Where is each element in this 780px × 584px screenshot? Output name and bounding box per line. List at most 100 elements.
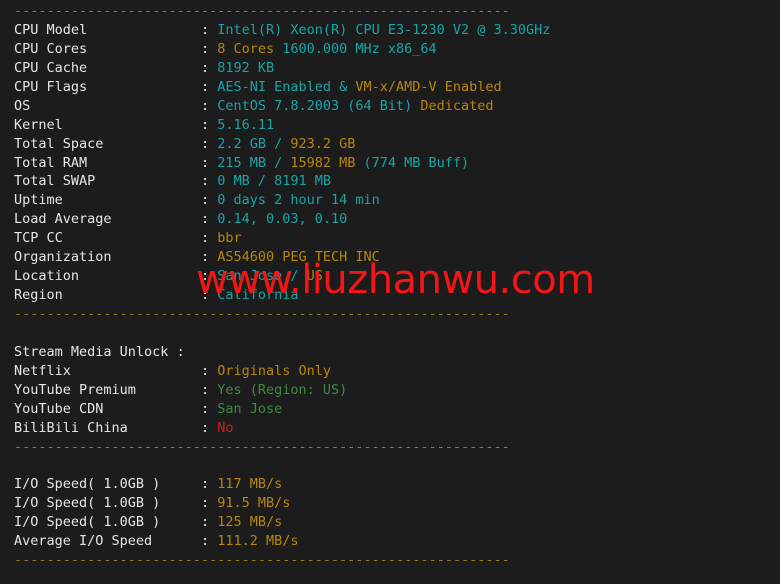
row-separator-colon: : <box>200 173 218 190</box>
terminal-window: ----------------------------------------… <box>0 0 780 584</box>
row-label: Average I/O Speed <box>14 533 201 550</box>
row-separator-colon: : <box>200 381 218 398</box>
info-row: Average I/O Speed : 111.2 MB/s <box>0 532 780 551</box>
row-value: 1600.000 MHz x86_64 <box>274 40 437 57</box>
row-separator-colon: : <box>200 135 218 152</box>
row-value: AS54600 PEG TECH INC <box>217 249 380 266</box>
row-separator-colon: : <box>200 154 218 171</box>
row-separator-colon: : <box>200 419 218 436</box>
row-separator-colon: : <box>200 78 218 95</box>
row-value: & <box>331 78 356 95</box>
row-value: San Jose <box>217 400 283 417</box>
row-value: 91.5 MB/s <box>217 495 291 512</box>
row-value: 2.2 GB / <box>217 135 291 152</box>
info-row: Location : San Jose / US <box>0 267 780 286</box>
info-row: Total Space : 2.2 GB / 923.2 GB <box>0 135 780 154</box>
row-label: Kernel <box>14 116 201 133</box>
row-separator-colon: : <box>200 400 218 417</box>
row-value: Intel(R) Xeon(R) CPU E3-1230 V2 @ 3.30GH… <box>217 21 551 38</box>
row-label: CPU Cache <box>14 59 201 76</box>
info-row: CPU Cores : 8 Cores 1600.000 MHz x86_64 <box>0 40 780 59</box>
row-separator-colon: : <box>200 514 218 531</box>
row-separator-colon: : <box>200 40 218 57</box>
row-value: Dedicated <box>420 97 494 114</box>
info-row: Uptime : 0 days 2 hour 14 min <box>0 191 780 210</box>
row-separator-colon: : <box>200 211 218 228</box>
row-value: VM-x/AMD-V Enabled <box>355 78 502 95</box>
row-label: Location <box>14 268 201 285</box>
row-value: California <box>217 287 299 304</box>
row-separator-colon: : <box>200 116 218 133</box>
info-row: Load Average : 0.14, 0.03, 0.10 <box>0 210 780 229</box>
row-value: 8192 KB <box>217 59 275 76</box>
row-separator-colon: : <box>200 476 218 493</box>
info-row: Organization : AS54600 PEG TECH INC <box>0 248 780 267</box>
row-value: Originals Only <box>217 362 331 379</box>
info-row: TCP CC : bbr <box>0 229 780 248</box>
row-separator-colon: : <box>200 21 218 38</box>
info-row: CPU Model : Intel(R) Xeon(R) CPU E3-1230… <box>0 21 780 40</box>
row-label: Uptime <box>14 192 201 209</box>
row-label: I/O Speed( 1.0GB ) <box>14 514 201 531</box>
info-row: I/O Speed( 1.0GB ) : 125 MB/s <box>0 513 780 532</box>
row-label: Organization <box>14 249 201 266</box>
row-separator-colon: : <box>200 268 218 285</box>
row-separator-colon: : <box>200 495 218 512</box>
info-row: Kernel : 5.16.11 <box>0 116 780 135</box>
row-separator-colon: : <box>200 192 218 209</box>
row-value: 923.2 GB <box>290 135 356 152</box>
row-value: Yes (Region: US) <box>217 381 348 398</box>
separator-geekbench: ----------------------------------------… <box>14 552 510 569</box>
row-label: Region <box>14 287 201 304</box>
row-value: 0 MB / 8191 MB <box>217 173 331 190</box>
info-row: YouTube CDN : San Jose <box>0 400 780 419</box>
row-label: I/O Speed( 1.0GB ) <box>14 476 201 493</box>
row-separator-colon: : <box>200 362 218 379</box>
row-value: CentOS 7.8.2003 (64 Bit) <box>217 97 421 114</box>
row-label: Total SWAP <box>14 173 201 190</box>
row-label: Stream Media Unlock <box>14 343 177 360</box>
row-label: Total Space <box>14 135 201 152</box>
row-value: 111.2 MB/s <box>217 533 299 550</box>
info-row: Stream Media Unlock : <box>0 343 780 362</box>
info-row: I/O Speed( 1.0GB ) : 91.5 MB/s <box>0 494 780 513</box>
separator-io-speed: ----------------------------------------… <box>14 438 510 455</box>
row-label: BiliBili China <box>14 419 201 436</box>
info-row: Total RAM : 215 MB / 15982 MB (774 MB Bu… <box>0 154 780 173</box>
row-value: 8 Cores <box>217 40 275 57</box>
info-row: CPU Flags : AES-NI Enabled & VM-x/AMD-V … <box>0 78 780 97</box>
info-row: CPU Cache : 8192 KB <box>0 59 780 78</box>
row-value: San Jose / <box>217 268 307 285</box>
row-separator-colon: : <box>200 230 218 247</box>
info-row: Netflix : Originals Only <box>0 362 780 381</box>
terminal-screen: ----------------------------------------… <box>0 2 780 584</box>
row-label: CPU Cores <box>14 40 201 57</box>
row-label: Netflix <box>14 362 201 379</box>
row-label: TCP CC <box>14 230 201 247</box>
info-row: Region : California <box>0 286 780 305</box>
row-value: 15982 MB <box>290 154 356 171</box>
row-value: 0.14, 0.03, 0.10 <box>217 211 348 228</box>
row-label: CPU Model <box>14 21 201 38</box>
row-separator-colon: : <box>200 533 218 550</box>
row-label: OS <box>14 97 201 114</box>
row-separator-colon: : <box>200 249 218 266</box>
row-value: 125 MB/s <box>217 514 283 531</box>
row-label: I/O Speed( 1.0GB ) <box>14 495 201 512</box>
row-value: 5.16.11 <box>217 116 275 133</box>
info-row: Total SWAP : 0 MB / 8191 MB <box>0 172 780 191</box>
row-value: bbr <box>217 230 242 247</box>
row-separator-colon: : <box>200 97 218 114</box>
row-label: YouTube CDN <box>14 400 201 417</box>
row-separator-colon: : <box>200 59 218 76</box>
row-label: Load Average <box>14 211 201 228</box>
row-value: 0 days 2 hour 14 min <box>217 192 380 209</box>
row-label: Total RAM <box>14 154 201 171</box>
row-label: CPU Flags <box>14 78 201 95</box>
info-row: I/O Speed( 1.0GB ) : 117 MB/s <box>0 475 780 494</box>
row-value: No <box>217 419 234 436</box>
info-row: YouTube Premium : Yes (Region: US) <box>0 381 780 400</box>
